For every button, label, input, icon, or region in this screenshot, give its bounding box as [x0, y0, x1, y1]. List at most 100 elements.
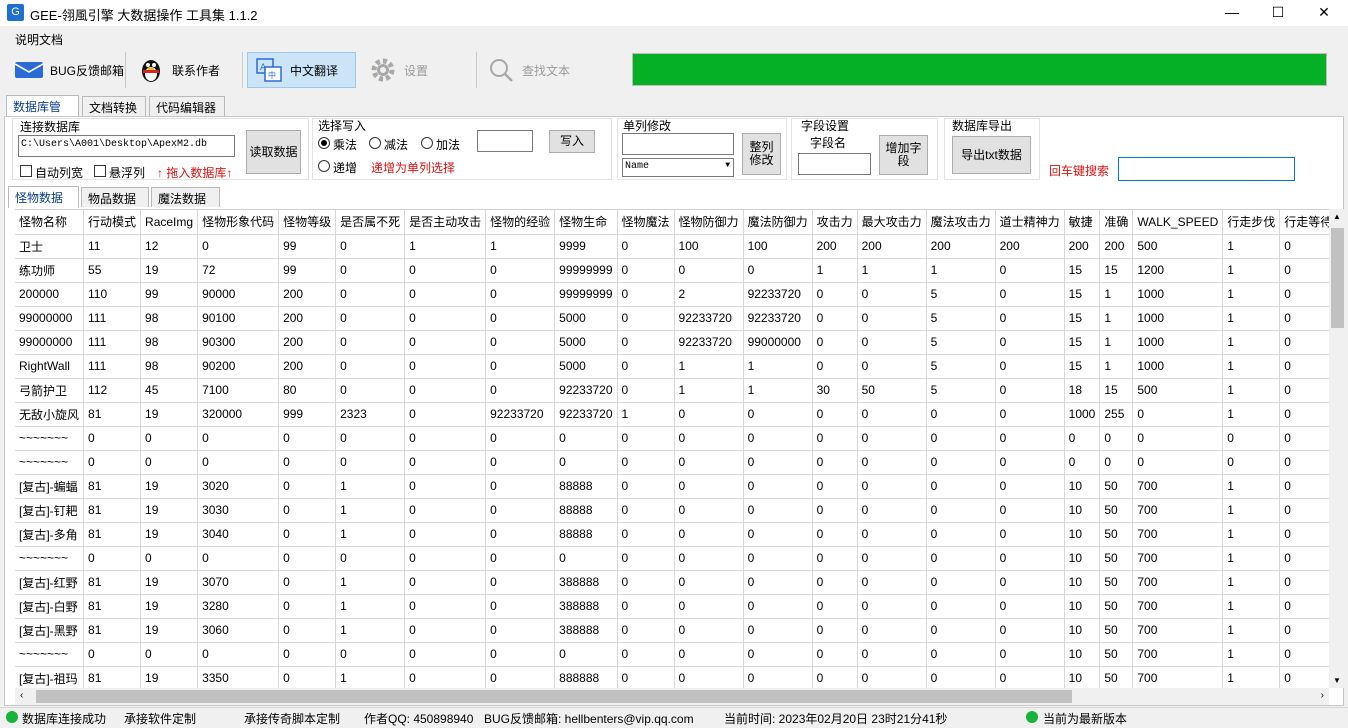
read-data-button[interactable]: 读取数据 [246, 130, 301, 174]
table-cell[interactable]: ~~~~~~~ [15, 426, 85, 451]
table-cell[interactable]: ~~~~~~~ [15, 642, 85, 667]
table-cell[interactable]: 45 [140, 378, 199, 403]
table-cell[interactable]: 0 [674, 498, 744, 523]
table-cell[interactable]: 0 [554, 642, 618, 667]
table-cell[interactable]: 0 [743, 498, 813, 523]
table-cell[interactable]: 50 [1099, 474, 1134, 499]
table-cell[interactable]: 0 [743, 402, 813, 427]
table-cell[interactable]: 0 [197, 642, 280, 667]
table-cell[interactable]: 0 [857, 546, 927, 571]
table-cell[interactable]: 92233720 [554, 378, 618, 403]
table-cell[interactable]: 110 [83, 282, 142, 307]
table-cell[interactable]: 0 [278, 570, 337, 595]
table-cell[interactable]: 55 [83, 258, 142, 283]
write-value-input[interactable] [477, 130, 533, 152]
table-cell[interactable]: 0 [857, 498, 927, 523]
table-cell[interactable]: 0 [404, 378, 487, 403]
table-cell[interactable]: 0 [83, 426, 142, 451]
table-cell[interactable]: 1 [1222, 498, 1281, 523]
table-cell[interactable]: 0 [617, 618, 675, 643]
table-cell[interactable]: 1 [1222, 618, 1281, 643]
table-cell[interactable]: 19 [140, 594, 199, 619]
table-cell[interactable]: 92233720 [674, 330, 744, 355]
table-row[interactable]: [复古]-白野 81 19 3280 0 1 0 0 388888 0 0 0 0 0 0 0 10 50 700 1… [15, 594, 1329, 619]
minimize-button[interactable]: — [1209, 0, 1255, 26]
contact-author-button[interactable]: 联系作者 [130, 52, 238, 88]
tab-doc-convert[interactable]: 文档转换 [82, 96, 146, 116]
table-cell[interactable]: 1 [1222, 642, 1281, 667]
table-cell[interactable]: 700 [1132, 570, 1224, 595]
table-cell[interactable]: 0 [83, 546, 142, 571]
table-cell[interactable]: 112 [83, 378, 142, 403]
table-cell[interactable]: 0 [617, 642, 675, 667]
table-cell[interactable]: 50 [1099, 666, 1134, 688]
table-cell[interactable]: 98 [140, 354, 199, 379]
table-cell[interactable]: 0 [617, 258, 675, 283]
table-cell[interactable]: 0 [674, 474, 744, 499]
monster-data-grid[interactable]: 怪物名称 行动模式 RaceImg 怪物形象代码 怪物等级 是否属不死 是否主动攻击 怪物的经… [15, 209, 1329, 688]
table-cell[interactable]: 19 [140, 258, 199, 283]
settings-button[interactable]: 设置 [362, 52, 458, 88]
table-cell[interactable]: 90300 [197, 330, 280, 355]
table-cell[interactable]: 2323 [335, 402, 406, 427]
table-cell[interactable]: 5000 [554, 354, 618, 379]
table-cell[interactable]: 0 [1279, 402, 1329, 427]
table-cell[interactable]: 0 [404, 666, 487, 688]
table-cell[interactable]: 200 [926, 234, 996, 259]
add-radio[interactable] [421, 137, 433, 149]
table-cell[interactable]: 0 [404, 354, 487, 379]
table-cell[interactable]: 7100 [197, 378, 280, 403]
table-cell[interactable]: 92233720 [554, 402, 618, 427]
table-cell[interactable]: 0 [404, 498, 487, 523]
column-header[interactable]: 怪物防御力 [674, 210, 744, 235]
table-cell[interactable]: 0 [1132, 450, 1224, 475]
table-cell[interactable]: 3060 [197, 618, 280, 643]
table-cell[interactable]: 0 [995, 258, 1065, 283]
table-cell[interactable]: 99000000 [15, 306, 85, 331]
table-cell[interactable]: 0 [674, 402, 744, 427]
table-cell[interactable]: 700 [1132, 498, 1224, 523]
table-cell[interactable]: RightWall [15, 354, 85, 379]
table-cell[interactable]: 0 [812, 618, 858, 643]
table-cell[interactable]: [复古]-白野 [15, 594, 85, 619]
column-header[interactable]: 怪物名称 [15, 210, 85, 235]
table-cell[interactable]: 3030 [197, 498, 280, 523]
table-cell[interactable]: 111 [83, 330, 142, 355]
table-cell[interactable]: 0 [1279, 666, 1329, 688]
table-cell[interactable]: 0 [857, 594, 927, 619]
table-row[interactable]: 弓箭护卫 112 45 7100 80 0 0 0 92233720 0 1 1 30 50 5 0 18 15 5… [15, 378, 1329, 403]
table-cell[interactable]: [复古]-黑野 [15, 618, 85, 643]
column-header[interactable]: 行动模式 [83, 210, 142, 235]
table-cell[interactable]: 700 [1132, 474, 1224, 499]
table-cell[interactable]: 0 [995, 306, 1065, 331]
table-cell[interactable]: 99 [140, 282, 199, 307]
table-cell[interactable]: 0 [743, 522, 813, 547]
table-cell[interactable]: 0 [617, 426, 675, 451]
tab-monster-db[interactable]: 怪物数据库 [8, 186, 79, 222]
table-cell[interactable]: 5 [926, 330, 996, 355]
table-cell[interactable]: 0 [743, 618, 813, 643]
table-cell[interactable]: 700 [1132, 522, 1224, 547]
table-cell[interactable]: 1 [485, 234, 556, 259]
table-row[interactable]: 卫士 11 12 0 99 0 1 1 9999 0 100 100 200 200 200 200 200 20… [15, 234, 1329, 259]
translate-button[interactable]: A中 中文翻译 [247, 52, 356, 88]
floating-col-checkbox[interactable] [94, 165, 106, 177]
field-name-input[interactable] [798, 153, 871, 175]
table-cell[interactable]: 0 [485, 474, 556, 499]
column-header[interactable]: 攻击力 [812, 210, 858, 235]
table-cell[interactable]: 10 [1064, 618, 1101, 643]
table-cell[interactable]: 0 [995, 594, 1065, 619]
table-cell[interactable]: 0 [674, 570, 744, 595]
table-cell[interactable]: 320000 [197, 402, 280, 427]
table-cell[interactable]: 0 [617, 474, 675, 499]
table-cell[interactable]: 1 [335, 498, 406, 523]
table-row[interactable]: 200000 110 99 90000 200 0 0 0 99999999 0 2 92233720… [15, 282, 1329, 307]
table-cell[interactable]: 1 [1222, 282, 1281, 307]
table-cell[interactable]: 0 [485, 498, 556, 523]
table-cell[interactable]: 5 [926, 306, 996, 331]
table-cell[interactable]: 0 [617, 522, 675, 547]
table-cell[interactable]: 0 [485, 594, 556, 619]
table-cell[interactable]: 50 [1099, 618, 1134, 643]
table-cell[interactable]: 1 [404, 234, 487, 259]
single-column-modify-button[interactable]: 整列 修改 [742, 133, 781, 175]
